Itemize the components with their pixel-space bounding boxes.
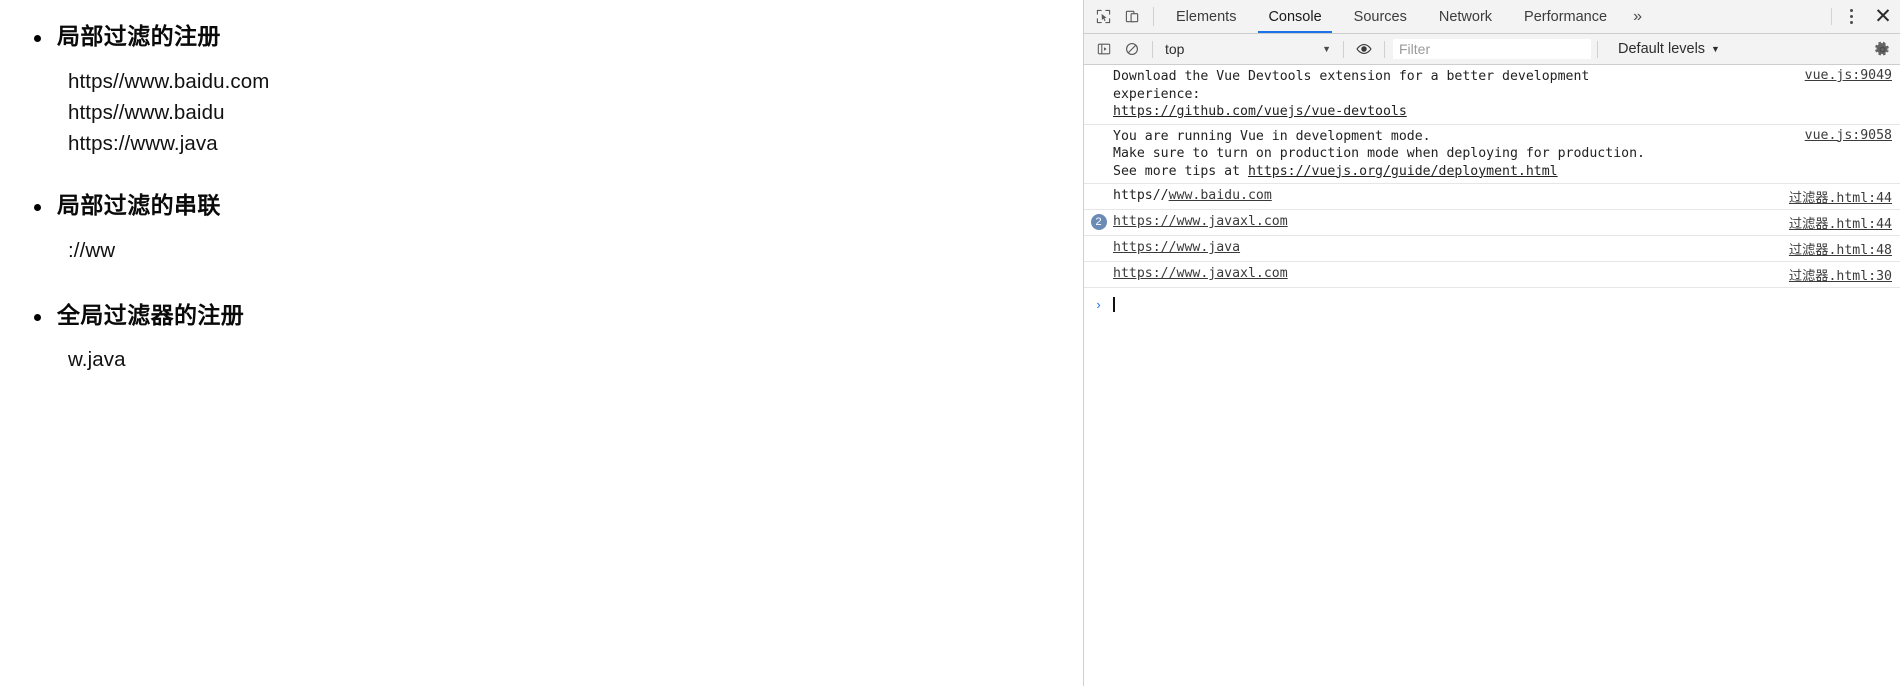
- console-message-list[interactable]: Download the Vue Devtools extension for …: [1084, 65, 1900, 686]
- settings-gear-icon[interactable]: [1864, 41, 1900, 58]
- message-plain-text: https//: [1113, 188, 1169, 204]
- console-prompt[interactable]: ›: [1084, 288, 1900, 320]
- row-gutter: [1084, 128, 1113, 129]
- console-filter-wrap: [1393, 39, 1591, 59]
- toolbar-divider: [1597, 40, 1598, 58]
- body-line-0-0: https//www.baidu.com: [68, 69, 270, 93]
- text-cursor: [1113, 296, 1115, 312]
- console-row[interactable]: https://www.java 过滤器.html:48: [1084, 236, 1900, 263]
- console-source-link[interactable]: 过滤器.html:44: [1789, 187, 1900, 206]
- section-body-1: ://ww: [0, 235, 1083, 266]
- message-plain-text: Download the Vue Devtools extension for …: [1113, 69, 1590, 102]
- message-link[interactable]: https://github.com/vuejs/vue-devtools: [1113, 104, 1407, 119]
- bullet-heading-0: 局部过滤的注册: [0, 18, 1083, 56]
- device-toolbar-icon[interactable]: [1118, 0, 1147, 33]
- console-source-link[interactable]: vue.js:9049: [1805, 68, 1900, 83]
- bullet-dot-icon: [34, 204, 41, 212]
- message-link[interactable]: https://www.javaxl.com: [1113, 214, 1288, 229]
- log-level-value: Default levels: [1618, 41, 1706, 57]
- repeat-count-badge: 2: [1090, 214, 1107, 231]
- body-line-1-0: ://ww: [68, 239, 116, 263]
- section-title-2: 全局过滤器的注册: [57, 301, 245, 328]
- devtools-tab-list: Elements Console Sources Network Perform…: [1160, 0, 1827, 33]
- row-gutter: [1084, 265, 1113, 266]
- tab-sources[interactable]: Sources: [1338, 0, 1423, 33]
- live-expression-icon[interactable]: [1350, 41, 1378, 57]
- message-link[interactable]: www.baidu.com: [1169, 188, 1272, 203]
- bullet-dot-icon: [34, 313, 41, 321]
- toolbar-divider: [1384, 40, 1385, 58]
- row-gutter: [1084, 239, 1113, 240]
- body-line-0-2: https://www.java: [68, 132, 218, 156]
- page-section-0: 局部过滤的注册 https//www.baidu.com https//www.…: [0, 18, 1083, 159]
- console-message-text: https://www.java: [1113, 239, 1789, 257]
- section-title-0: 局部过滤的注册: [57, 23, 221, 49]
- section-body-0: https//www.baidu.com https//www.baidu ht…: [0, 66, 1083, 159]
- message-link[interactable]: https://www.javaxl.com: [1113, 266, 1288, 281]
- toolbar-divider: [1153, 7, 1154, 26]
- row-gutter: [1084, 187, 1113, 188]
- body-line-2-0: w.java: [68, 348, 126, 372]
- console-message-text: https://www.javaxl.com: [1113, 213, 1789, 231]
- execution-context-value: top: [1165, 41, 1185, 57]
- devtools-panel: Elements Console Sources Network Perform…: [1083, 0, 1900, 686]
- console-row[interactable]: 2 https://www.javaxl.com 过滤器.html:44: [1084, 210, 1900, 237]
- console-filter-input[interactable]: [1393, 39, 1591, 59]
- screen-root: 局部过滤的注册 https//www.baidu.com https//www.…: [0, 0, 1900, 686]
- devtools-window-controls: ✕: [1827, 0, 1900, 33]
- console-source-link[interactable]: 过滤器.html:48: [1789, 239, 1900, 258]
- console-toolbar: top ▼ Default levels ▼: [1084, 34, 1900, 65]
- bullet-heading-2: 全局过滤器的注册: [0, 297, 1083, 335]
- more-options-icon[interactable]: [1836, 0, 1866, 33]
- console-source-link[interactable]: 过滤器.html:44: [1789, 213, 1900, 232]
- console-source-link[interactable]: vue.js:9058: [1805, 128, 1900, 143]
- console-message-text: https://www.javaxl.com: [1113, 265, 1789, 283]
- console-row[interactable]: https://www.javaxl.com 过滤器.html:30: [1084, 262, 1900, 289]
- chevron-down-icon: ▼: [1322, 44, 1331, 54]
- row-gutter: 2: [1084, 213, 1113, 231]
- section-title-1: 局部过滤的串联: [57, 192, 221, 219]
- console-message-text: Download the Vue Devtools extension for …: [1113, 68, 1805, 121]
- prompt-arrow-icon: ›: [1096, 296, 1101, 312]
- tab-performance[interactable]: Performance: [1508, 0, 1623, 33]
- clear-console-icon[interactable]: [1118, 42, 1146, 56]
- toolbar-divider: [1152, 40, 1153, 58]
- web-page-pane: 局部过滤的注册 https//www.baidu.com https//www.…: [0, 0, 1083, 686]
- toolbar-divider: [1343, 40, 1344, 58]
- tab-console[interactable]: Console: [1252, 0, 1337, 33]
- chevron-down-icon: ▼: [1711, 44, 1720, 54]
- section-body-2: w.java: [0, 344, 1083, 375]
- console-message-text: https//www.baidu.com: [1113, 187, 1789, 205]
- console-source-link[interactable]: 过滤器.html:30: [1789, 265, 1900, 284]
- page-section-1: 局部过滤的串联 ://ww: [0, 187, 1083, 266]
- tab-network[interactable]: Network: [1423, 0, 1508, 33]
- row-gutter: [1084, 68, 1113, 69]
- page-content: 局部过滤的注册 https//www.baidu.com https//www.…: [0, 0, 1083, 376]
- message-link[interactable]: https://vuejs.org/guide/deployment.html: [1248, 164, 1558, 179]
- bullet-heading-1: 局部过滤的串联: [0, 187, 1083, 225]
- close-icon[interactable]: ✕: [1866, 0, 1900, 33]
- execution-context-selector[interactable]: top ▼: [1159, 41, 1337, 57]
- tab-elements[interactable]: Elements: [1160, 0, 1252, 33]
- console-message-text: You are running Vue in development mode.…: [1113, 128, 1805, 181]
- console-sidebar-icon[interactable]: [1090, 42, 1118, 56]
- page-section-2: 全局过滤器的注册 w.java: [0, 297, 1083, 376]
- log-level-selector[interactable]: Default levels ▼: [1618, 41, 1720, 57]
- toolbar-divider: [1831, 8, 1832, 25]
- inspect-element-icon[interactable]: [1089, 0, 1118, 33]
- message-link[interactable]: https://www.java: [1113, 240, 1240, 255]
- console-row[interactable]: Download the Vue Devtools extension for …: [1084, 65, 1900, 125]
- console-row[interactable]: https//www.baidu.com 过滤器.html:44: [1084, 184, 1900, 211]
- devtools-tabbar: Elements Console Sources Network Perform…: [1084, 0, 1900, 34]
- console-row[interactable]: You are running Vue in development mode.…: [1084, 125, 1900, 185]
- more-tabs-icon[interactable]: »: [1623, 0, 1652, 33]
- body-line-0-1: https//www.baidu: [68, 101, 225, 125]
- bullet-dot-icon: [34, 35, 41, 42]
